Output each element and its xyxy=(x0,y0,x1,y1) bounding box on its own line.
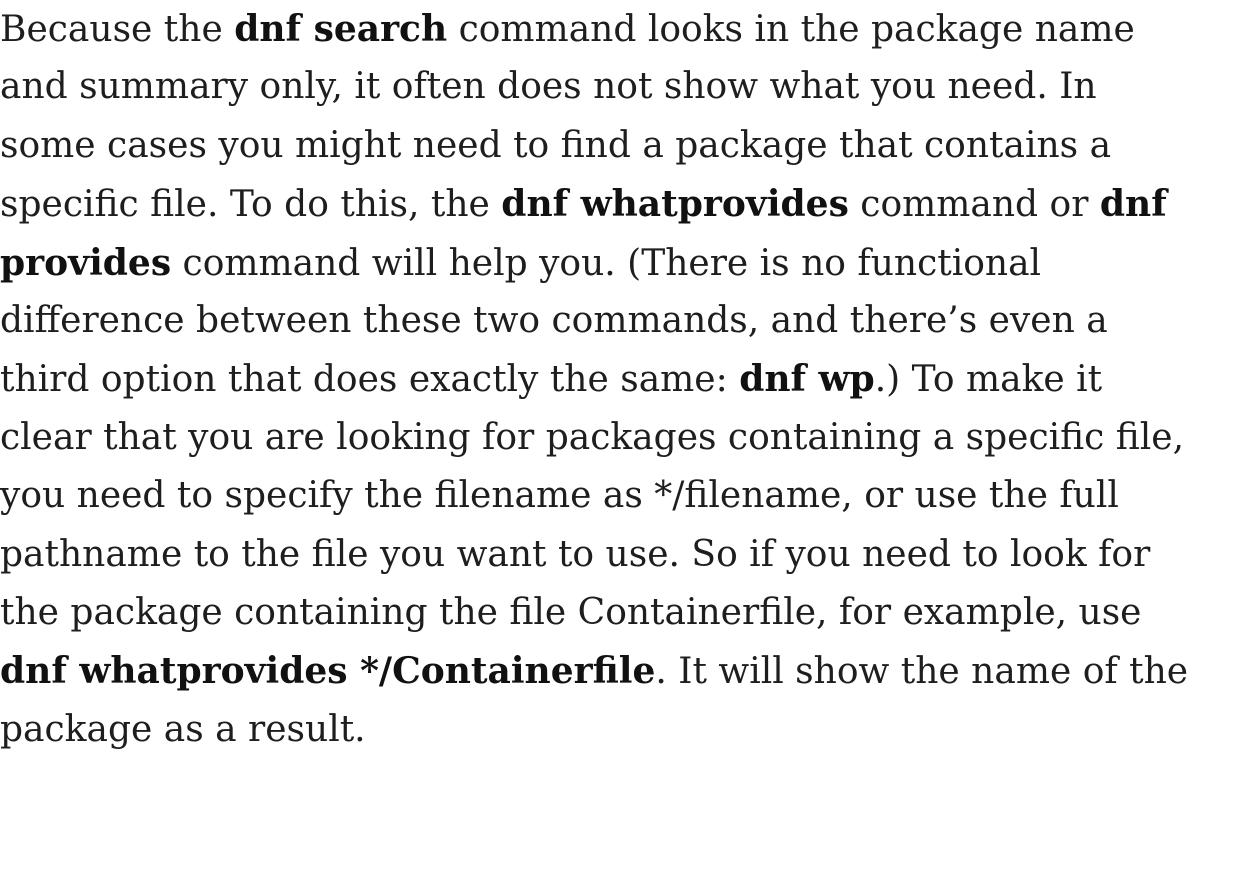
command-dnf-whatprovides-containerfile: dnf whatprovides */Containerfile xyxy=(0,650,656,692)
text-run: command or xyxy=(848,184,1100,225)
paragraph-line-12: dnf whatprovides */Containerfile. It wil… xyxy=(0,642,1188,700)
text-run: you need to specify the filename as */fi… xyxy=(0,475,1119,516)
text-run: difference between these two commands, a… xyxy=(0,300,1108,341)
paragraph-line-10: pathname to the file you want to use. So… xyxy=(0,526,1150,584)
paragraph-line-5: provides command will help you. (There i… xyxy=(0,234,1041,292)
text-run: and summary only, it often does not show… xyxy=(0,66,1097,107)
text-run: command will help you. (There is no func… xyxy=(171,243,1042,284)
document-page: Because the dnf search command looks in … xyxy=(0,0,1233,890)
command-dnf-search: dnf search xyxy=(234,8,448,50)
command-dnf-whatprovides: dnf whatprovides xyxy=(501,183,849,225)
text-run: . It will show the name of the xyxy=(655,651,1189,692)
text-run: clear that you are looking for packages … xyxy=(0,417,1185,458)
paragraph-line-3: some cases you might need to find a pack… xyxy=(0,117,1111,175)
paragraph-line-13: package as a result. xyxy=(0,701,366,759)
paragraph-line-1: Because the dnf search command looks in … xyxy=(0,0,1135,58)
paragraph-line-7: third option that does exactly the same:… xyxy=(0,350,1102,408)
text-run: command looks in the package name xyxy=(447,9,1135,50)
paragraph-line-4: specific file. To do this, the dnf whatp… xyxy=(0,175,1167,233)
command-dnf-provides-part-1: dnf xyxy=(1099,183,1167,225)
text-run: specific file. To do this, the xyxy=(0,184,502,225)
text-run: .) To make it xyxy=(874,359,1103,400)
text-run: Because the xyxy=(0,9,235,50)
text-run: pathname to the file you want to use. So… xyxy=(0,534,1151,575)
paragraph-line-2: and summary only, it often does not show… xyxy=(0,58,1097,116)
text-run: the package containing the file Containe… xyxy=(0,592,1142,633)
command-dnf-wp: dnf wp xyxy=(739,358,875,400)
paragraph-line-6: difference between these two commands, a… xyxy=(0,292,1108,350)
command-dnf-provides-part-2: provides xyxy=(0,242,172,284)
paragraph-line-9: you need to specify the filename as */fi… xyxy=(0,467,1119,525)
paragraph-line-11: the package containing the file Containe… xyxy=(0,584,1142,642)
text-run: package as a result. xyxy=(0,709,366,750)
paragraph-line-8: clear that you are looking for packages … xyxy=(0,409,1184,467)
text-run: some cases you might need to find a pack… xyxy=(0,125,1112,166)
text-run: third option that does exactly the same: xyxy=(0,359,740,400)
